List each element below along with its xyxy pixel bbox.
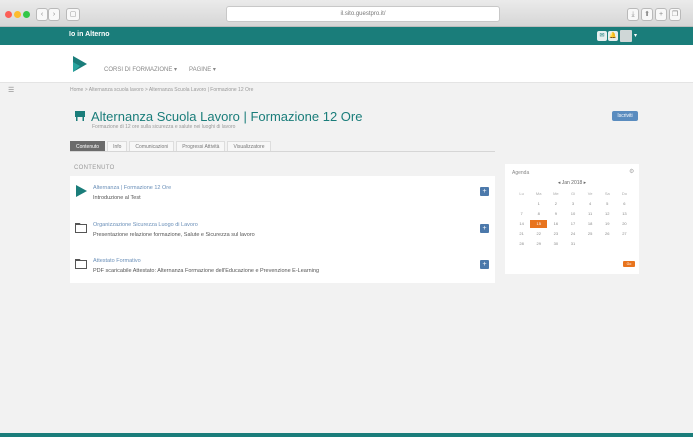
gear-icon[interactable]: ⚙ xyxy=(629,168,634,175)
calendar-go-button[interactable]: Go xyxy=(623,261,635,267)
tab-comunicazioni[interactable]: Comunicazioni xyxy=(129,141,175,151)
calendar-day[interactable]: 21 xyxy=(513,230,530,238)
calendar-day[interactable]: 7 xyxy=(513,210,530,218)
calendar-day[interactable]: 9 xyxy=(547,210,564,218)
calendar-day xyxy=(513,200,530,208)
tab-progressi[interactable]: Progressi Attività xyxy=(176,141,226,151)
page-title: Alternanza Scuola Lavoro | Formazione 12… xyxy=(91,109,363,124)
calendar-day[interactable]: 15 xyxy=(530,220,548,228)
zoom-window-icon[interactable] xyxy=(23,11,30,18)
calendar-day[interactable]: 18 xyxy=(582,220,599,228)
footer-bar xyxy=(0,433,693,437)
browser-toolbar: ‹ › ▢ il.sito.guestpro.it/ ⤓ ⬆ + ❐ xyxy=(0,0,693,27)
site-logo-icon[interactable] xyxy=(70,54,90,74)
forward-button[interactable]: › xyxy=(48,8,60,21)
item-title[interactable]: Organizzazione Sicurezza Luogo di Lavoro xyxy=(93,222,198,228)
close-window-icon[interactable] xyxy=(5,11,12,18)
calendar-weekday: Do xyxy=(621,191,627,196)
address-bar[interactable]: il.sito.guestpro.it/ xyxy=(226,6,500,22)
calendar-day[interactable]: 24 xyxy=(564,230,581,238)
course-subtitle: Formazione di 12 ore sulla sicurezza e s… xyxy=(92,124,236,130)
calendar-weekday: Sa xyxy=(604,191,610,196)
share-button[interactable]: ⬆ xyxy=(641,8,653,21)
nav-menu: CORSI DI FORMAZIONE ▾ PAGINE ▾ xyxy=(104,66,216,73)
play-icon xyxy=(76,185,87,197)
calendar-grid: Lu Ma Me Gi Ve Sa Do 1 2 3 4 5 6 7 8 9 10 11 12 13 14 15 16 17 1… xyxy=(513,190,633,248)
calendar-day[interactable]: 3 xyxy=(564,200,581,208)
back-button[interactable]: ‹ xyxy=(36,8,48,21)
calendar-day[interactable]: 11 xyxy=(582,210,599,218)
breadcrumb[interactable]: Home > Alternanza scuola lavoro > Altern… xyxy=(70,87,253,93)
section-label: CONTENUTO xyxy=(74,165,115,171)
nav-item-corsi[interactable]: CORSI DI FORMAZIONE ▾ xyxy=(104,66,177,73)
calendar-day[interactable]: 5 xyxy=(599,200,616,208)
calendar-day[interactable]: 19 xyxy=(599,220,616,228)
calendar-day[interactable]: 31 xyxy=(564,240,581,248)
calendar-day[interactable]: 4 xyxy=(582,200,599,208)
item-action-button[interactable]: + xyxy=(480,260,489,269)
sidebar-view-button[interactable]: ▢ xyxy=(66,8,80,21)
calendar-month-nav[interactable]: ◂ Jan 2018 ▸ xyxy=(505,180,639,186)
new-tab-button[interactable]: + xyxy=(655,8,667,21)
calendar-day[interactable]: 14 xyxy=(513,220,530,228)
tab-contenuto[interactable]: Contenuto xyxy=(70,141,106,151)
calendar-weekday: Gi xyxy=(570,191,575,196)
course-tabs: Contenuto Info Comunicazioni Progressi A… xyxy=(70,141,495,152)
nav-item-pagine[interactable]: PAGINE ▾ xyxy=(189,66,216,73)
calendar-day[interactable]: 25 xyxy=(582,230,599,238)
folder-icon xyxy=(75,223,87,233)
calendar-day[interactable]: 13 xyxy=(616,210,633,218)
calendar-day[interactable]: 27 xyxy=(616,230,633,238)
calendar-weekday: Ve xyxy=(587,191,593,196)
item-action-button[interactable]: + xyxy=(480,187,489,196)
calendar-day[interactable]: 10 xyxy=(564,210,581,218)
minimize-window-icon[interactable] xyxy=(14,11,21,18)
enroll-button[interactable]: Iscriviti xyxy=(612,111,638,121)
calendar-weekday: Ma xyxy=(535,191,542,196)
calendar-title: Agenda xyxy=(512,170,530,176)
calendar-day[interactable]: 12 xyxy=(599,210,616,218)
messages-icon[interactable]: ✉ xyxy=(597,31,607,41)
calendar-day[interactable]: 8 xyxy=(530,210,547,218)
item-description: Presentazione relazione formazione, Salu… xyxy=(93,232,255,238)
calendar-day[interactable]: 30 xyxy=(547,240,564,248)
item-title[interactable]: Alternanza | Formazione 12 Ore xyxy=(93,185,171,191)
course-icon xyxy=(75,111,85,121)
main-navbar: CORSI DI FORMAZIONE ▾ PAGINE ▾ xyxy=(0,45,693,83)
item-title[interactable]: Attestato Formativo xyxy=(93,258,141,264)
content-list: Alternanza | Formazione 12 Ore Introduzi… xyxy=(70,176,495,283)
calendar-day[interactable]: 26 xyxy=(599,230,616,238)
calendar-day[interactable]: 22 xyxy=(530,230,547,238)
calendar-weekday: Me xyxy=(553,191,559,196)
site-topbar: Io in Alterno ✉ 🔔 ▾ xyxy=(0,27,693,45)
download-button[interactable]: ⤓ xyxy=(627,8,639,21)
calendar-day[interactable]: 20 xyxy=(616,220,633,228)
site-name[interactable]: Io in Alterno xyxy=(69,31,110,38)
item-description: PDF scaricabile Attestato: Alternanza Fo… xyxy=(93,268,320,274)
calendar-day[interactable]: 29 xyxy=(530,240,547,248)
tab-visualizzatore[interactable]: Visualizzatore xyxy=(227,141,271,151)
notifications-icon[interactable]: 🔔 xyxy=(608,31,618,41)
calendar-day[interactable]: 17 xyxy=(564,220,581,228)
calendar-day[interactable]: 2 xyxy=(547,200,564,208)
item-description: Introduzione al Test xyxy=(93,195,141,201)
tabs-overview-button[interactable]: ❐ xyxy=(669,8,681,21)
calendar-day[interactable]: 16 xyxy=(547,220,564,228)
sidebar-toggle-icon[interactable]: ☰ xyxy=(8,86,14,94)
calendar-day[interactable]: 1 xyxy=(530,200,547,208)
calendar-day[interactable]: 23 xyxy=(547,230,564,238)
tab-info[interactable]: Info xyxy=(107,141,128,151)
item-action-button[interactable]: + xyxy=(480,224,489,233)
calendar-weekday: Lu xyxy=(519,191,524,196)
list-item[interactable]: Alternanza | Formazione 12 Ore Introduzi… xyxy=(70,180,495,208)
list-item[interactable]: Attestato Formativo PDF scaricabile Atte… xyxy=(70,253,495,281)
user-menu-caret-icon[interactable]: ▾ xyxy=(634,32,637,39)
folder-icon xyxy=(75,259,87,269)
calendar-day[interactable]: 28 xyxy=(513,240,530,248)
calendar-day[interactable]: 6 xyxy=(616,200,633,208)
list-item[interactable]: Organizzazione Sicurezza Luogo di Lavoro… xyxy=(70,217,495,245)
user-avatar[interactable] xyxy=(620,30,632,42)
calendar-widget: Agenda ⚙ ◂ Jan 2018 ▸ Lu Ma Me Gi Ve Sa Do 1 2 3 4… xyxy=(505,164,639,274)
